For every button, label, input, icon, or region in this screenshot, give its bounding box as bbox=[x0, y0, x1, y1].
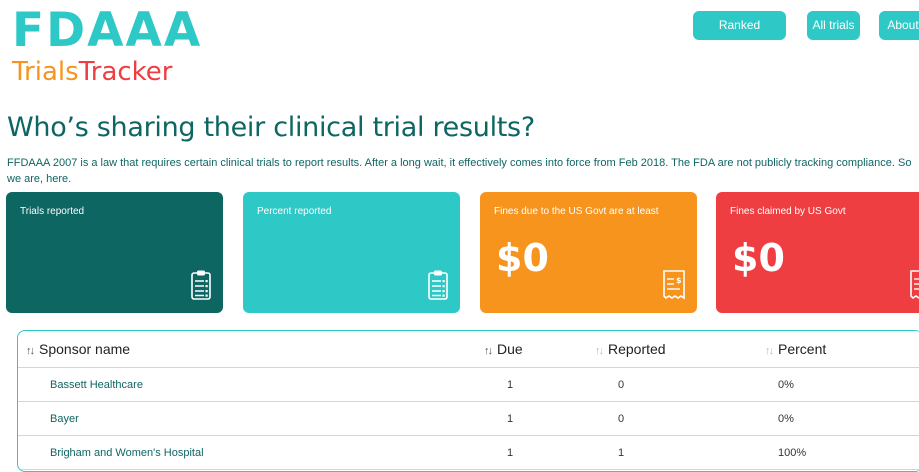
sort-arrows-icon: ↑↓ bbox=[484, 345, 493, 357]
card-label: Fines claimed by US Govt bbox=[730, 206, 846, 217]
card-label: Trials reported bbox=[20, 206, 85, 217]
due-cell: 1 bbox=[483, 435, 594, 470]
site-logo[interactable]: FDAAA TrialsTracker bbox=[12, 3, 203, 87]
logo-tracker: Tracker bbox=[78, 57, 173, 87]
sort-arrows-icon: ↑↓ bbox=[765, 345, 774, 357]
column-label: Due bbox=[497, 341, 523, 357]
table-row: Bayer 1 0 0% bbox=[18, 401, 919, 436]
due-cell: 1 bbox=[483, 401, 594, 436]
nav-about-button[interactable]: About bbox=[879, 11, 919, 40]
sponsor-link[interactable]: Bayer bbox=[50, 413, 79, 425]
card-value: $0 bbox=[732, 236, 785, 280]
card-value: $0 bbox=[496, 236, 549, 280]
nav-ranked-sponsors-button[interactable]: Ranked sponsors bbox=[693, 11, 786, 61]
percent-cell: 100% bbox=[764, 435, 919, 470]
column-header-percent[interactable]: ↑↓ Percent bbox=[764, 331, 919, 368]
column-label: Sponsor name bbox=[39, 341, 131, 357]
table-row: Bassett Healthcare 1 0 0% bbox=[18, 367, 919, 402]
card-percent-reported: Percent reported bbox=[243, 192, 460, 313]
card-trials-reported: Trials reported bbox=[6, 192, 223, 313]
sponsor-cell: Bassett Healthcare bbox=[18, 367, 483, 402]
column-header-due[interactable]: ↑↓ Due bbox=[483, 331, 594, 368]
logo-trialstracker: TrialsTracker bbox=[12, 58, 202, 86]
nav-all-trials-button[interactable]: All trials bbox=[807, 11, 860, 40]
column-header-sponsor[interactable]: ↑↓ Sponsor name bbox=[18, 331, 483, 368]
reported-cell: 1 bbox=[594, 435, 764, 470]
intro-text: FFDAAA 2007 is a law that requires certa… bbox=[7, 157, 912, 185]
card-fines-claimed: Fines claimed by US Govt $0 $ bbox=[716, 192, 919, 313]
receipt-icon: $ bbox=[910, 270, 919, 305]
table-row: Brigham and Women's Hospital 1 1 100% bbox=[18, 435, 919, 470]
sponsor-cell: Brigham and Women's Hospital bbox=[18, 435, 483, 470]
percent-cell: 0% bbox=[764, 367, 919, 402]
logo-fdaaa: FDAAA bbox=[12, 3, 203, 58]
page-title: Who’s sharing their clinical trial resul… bbox=[7, 112, 535, 143]
sort-arrows-icon: ↑↓ bbox=[595, 345, 604, 357]
card-label: Percent reported bbox=[257, 206, 332, 217]
reported-cell: 0 bbox=[594, 367, 764, 402]
sort-arrows-icon: ↑↓ bbox=[26, 345, 35, 357]
sponsor-table: ↑↓ Sponsor name ↑↓ Due ↑↓ Reported ↑↓ Percen… bbox=[17, 330, 919, 472]
table-header-row: ↑↓ Sponsor name ↑↓ Due ↑↓ Reported ↑↓ Percen… bbox=[18, 331, 919, 368]
sponsor-cell: Bayer bbox=[18, 401, 483, 436]
reported-cell: 0 bbox=[594, 401, 764, 436]
logo-trials: Trials bbox=[12, 57, 79, 87]
clipboard-icon bbox=[428, 270, 448, 305]
column-label: Reported bbox=[608, 341, 666, 357]
column-header-reported[interactable]: ↑↓ Reported bbox=[594, 331, 764, 368]
card-label: Fines due to the US Govt are at least bbox=[494, 206, 659, 217]
card-fines-due: Fines due to the US Govt are at least $0… bbox=[480, 192, 697, 313]
percent-cell: 0% bbox=[764, 401, 919, 436]
column-label: Percent bbox=[778, 341, 827, 357]
receipt-icon: $ bbox=[663, 270, 685, 305]
due-cell: 1 bbox=[483, 367, 594, 402]
sponsor-link[interactable]: Brigham and Women's Hospital bbox=[50, 447, 204, 459]
clipboard-icon bbox=[191, 270, 211, 305]
sponsor-link[interactable]: Bassett Healthcare bbox=[50, 379, 143, 391]
svg-text:$: $ bbox=[676, 276, 682, 285]
